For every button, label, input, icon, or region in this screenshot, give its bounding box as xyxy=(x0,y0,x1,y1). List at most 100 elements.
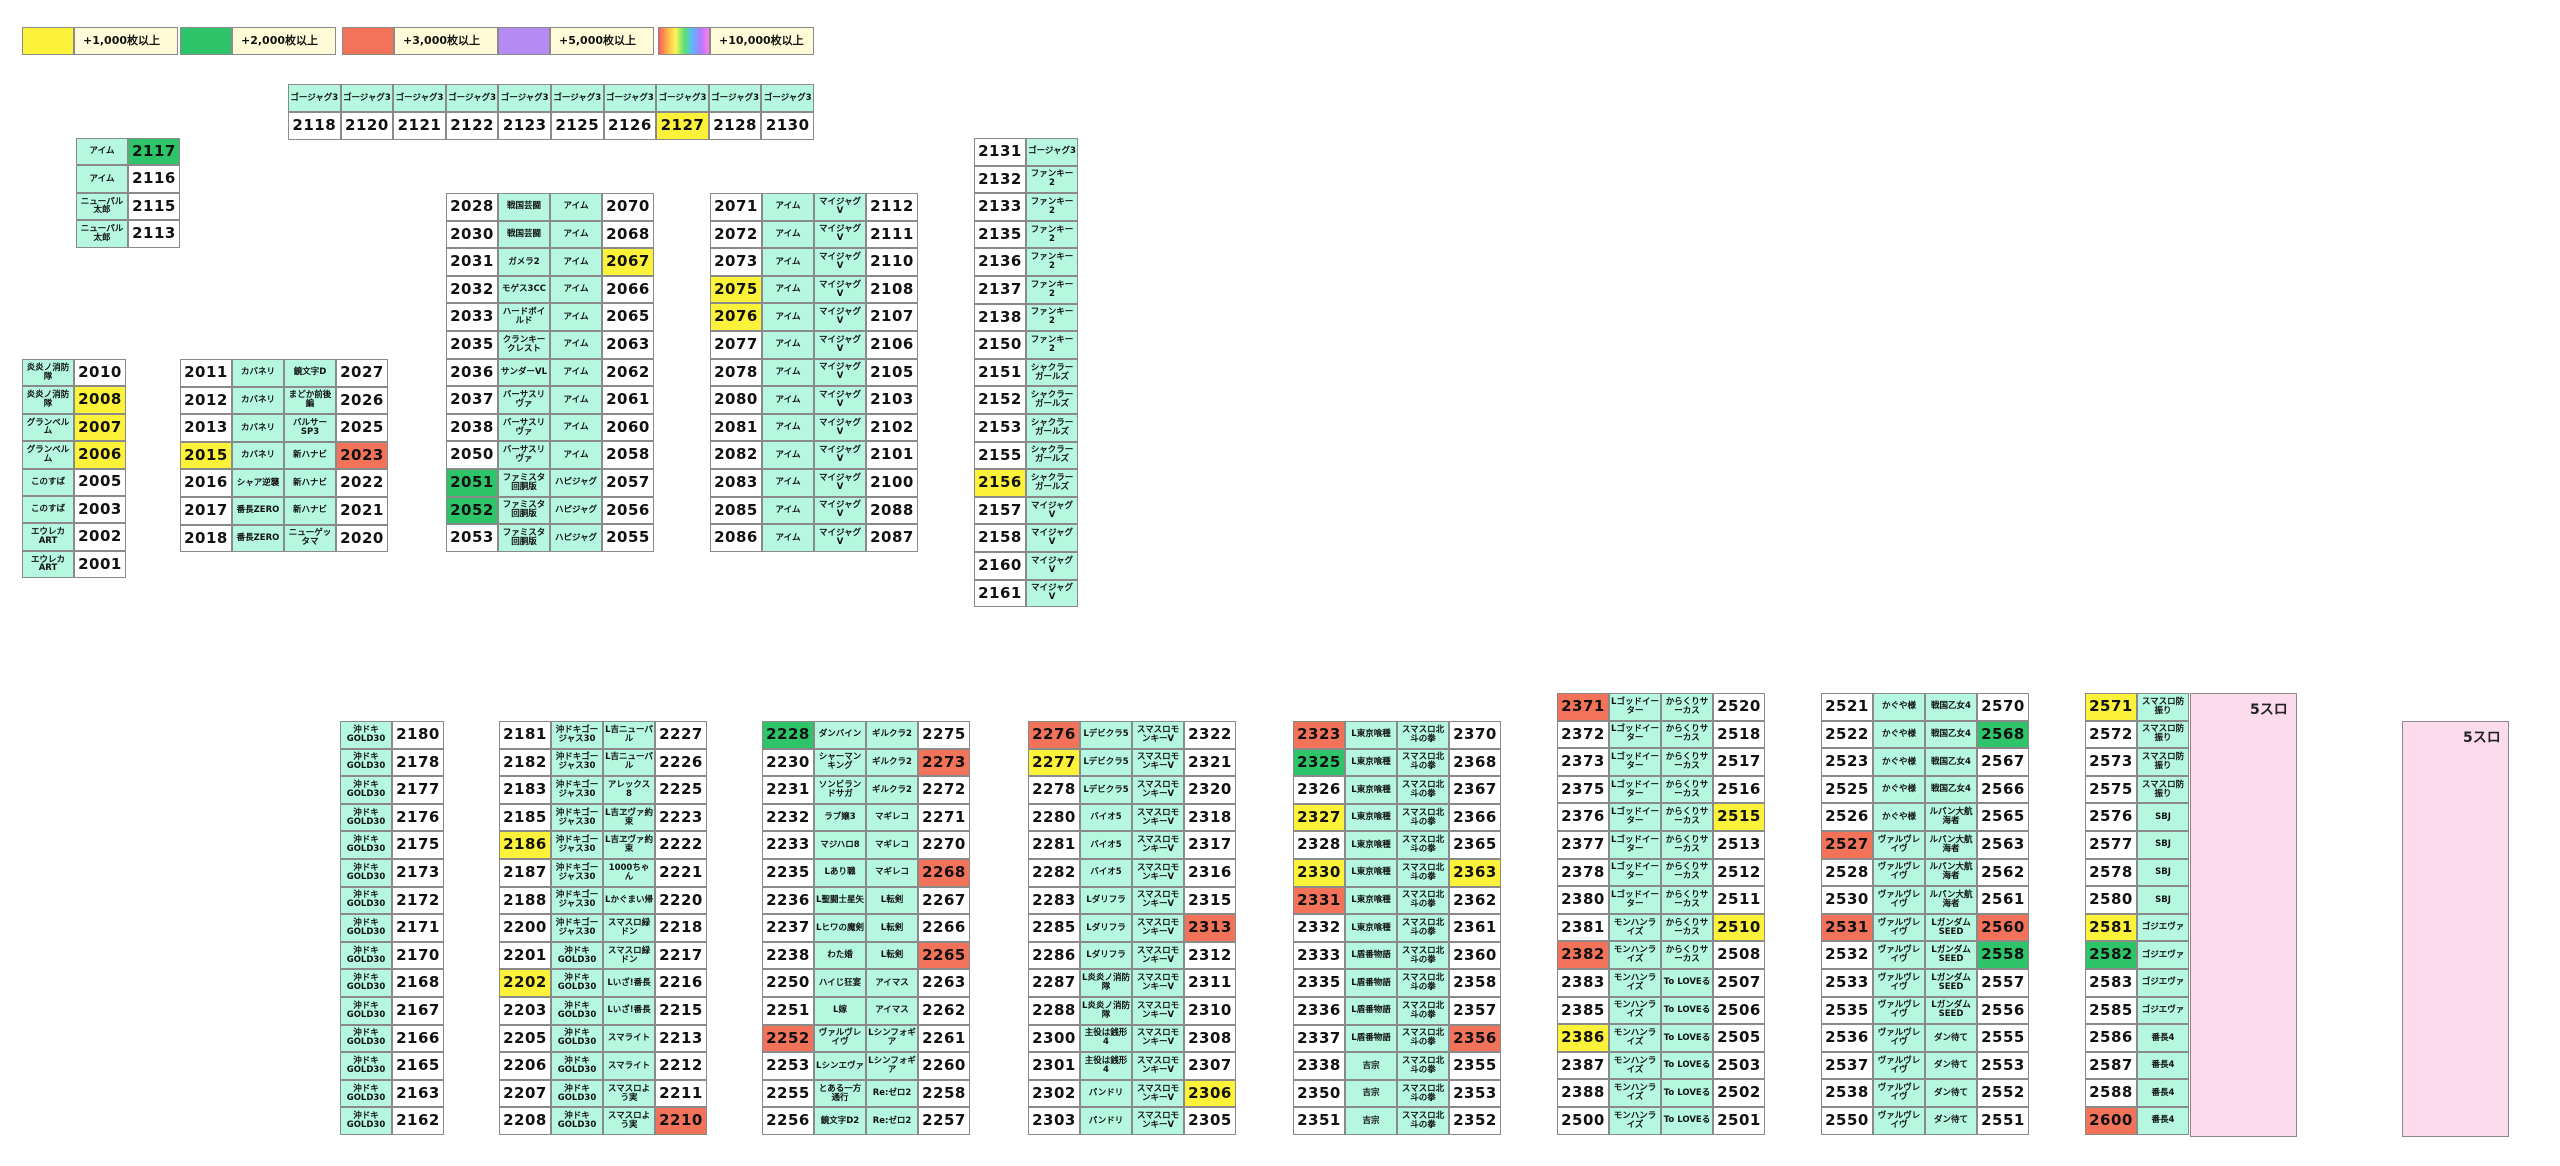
machine-number[interactable]: 2325 xyxy=(1293,748,1345,777)
machine-number[interactable]: 2370 xyxy=(1449,721,1501,749)
machine-number[interactable]: 2053 xyxy=(446,524,498,552)
machine-number[interactable]: 2185 xyxy=(499,803,551,832)
machine-number[interactable]: 2507 xyxy=(1713,969,1765,997)
machine-number[interactable]: 2188 xyxy=(499,886,551,915)
machine-number[interactable]: 2012 xyxy=(180,386,232,415)
machine-number[interactable]: 2122 xyxy=(445,112,499,140)
machine-number[interactable]: 2551 xyxy=(1977,1107,2029,1135)
machine-number[interactable]: 2250 xyxy=(762,969,814,997)
machine-number[interactable]: 2160 xyxy=(974,552,1026,580)
machine-number[interactable]: 2553 xyxy=(1977,1051,2029,1080)
machine-number[interactable]: 2520 xyxy=(1713,693,1765,721)
machine-number[interactable]: 2355 xyxy=(1449,1052,1501,1080)
machine-number[interactable]: 2183 xyxy=(499,776,551,804)
machine-number[interactable]: 2006 xyxy=(74,441,126,469)
machine-number[interactable]: 2027 xyxy=(336,359,388,387)
machine-number[interactable]: 2075 xyxy=(710,275,762,304)
machine-number[interactable]: 2135 xyxy=(974,220,1026,249)
machine-number[interactable]: 2358 xyxy=(1449,969,1501,997)
machine-number[interactable]: 2388 xyxy=(1557,1079,1609,1107)
machine-number[interactable]: 2068 xyxy=(602,220,654,249)
machine-number[interactable]: 2263 xyxy=(918,969,970,997)
machine-number[interactable]: 2077 xyxy=(710,331,762,359)
machine-number[interactable]: 2086 xyxy=(710,524,762,552)
machine-number[interactable]: 2268 xyxy=(918,859,970,887)
machine-number[interactable]: 2566 xyxy=(1977,775,2029,804)
machine-number[interactable]: 2537 xyxy=(1821,1051,1873,1080)
machine-number[interactable]: 2580 xyxy=(2085,886,2137,914)
machine-number[interactable]: 2535 xyxy=(1821,996,1873,1025)
machine-number[interactable]: 2210 xyxy=(655,1107,707,1135)
machine-number[interactable]: 2166 xyxy=(392,1024,444,1053)
machine-number[interactable]: 2351 xyxy=(1293,1107,1345,1135)
machine-number[interactable]: 2570 xyxy=(1977,693,2029,721)
machine-number[interactable]: 2253 xyxy=(762,1052,814,1080)
machine-number[interactable]: 2156 xyxy=(974,469,1026,497)
machine-number[interactable]: 2008 xyxy=(74,386,126,414)
machine-number[interactable]: 2565 xyxy=(1977,803,2029,831)
machine-number[interactable]: 2065 xyxy=(602,303,654,331)
machine-number[interactable]: 2327 xyxy=(1293,803,1345,832)
machine-number[interactable]: 2270 xyxy=(918,831,970,859)
machine-number[interactable]: 2365 xyxy=(1449,831,1501,859)
machine-number[interactable]: 2556 xyxy=(1977,996,2029,1025)
machine-number[interactable]: 2070 xyxy=(602,193,654,221)
machine-number[interactable]: 2018 xyxy=(180,524,232,553)
machine-number[interactable]: 2316 xyxy=(1184,859,1236,887)
machine-number[interactable]: 2572 xyxy=(2085,720,2137,749)
machine-number[interactable]: 2038 xyxy=(446,413,498,442)
machine-number[interactable]: 2560 xyxy=(1977,913,2029,942)
machine-number[interactable]: 2111 xyxy=(866,220,918,249)
machine-number[interactable]: 2576 xyxy=(2085,803,2137,831)
machine-number[interactable]: 2360 xyxy=(1449,941,1501,970)
machine-number[interactable]: 2502 xyxy=(1713,1079,1765,1107)
machine-number[interactable]: 2217 xyxy=(655,941,707,970)
machine-number[interactable]: 2282 xyxy=(1028,859,1080,887)
machine-number[interactable]: 2238 xyxy=(762,941,814,970)
machine-number[interactable]: 2113 xyxy=(128,220,180,248)
machine-number[interactable]: 2561 xyxy=(1977,886,2029,914)
machine-number[interactable]: 2016 xyxy=(180,469,232,497)
machine-number[interactable]: 2078 xyxy=(710,358,762,387)
machine-number[interactable]: 2276 xyxy=(1028,721,1080,749)
machine-number[interactable]: 2287 xyxy=(1028,969,1080,997)
machine-number[interactable]: 2051 xyxy=(446,469,498,497)
machine-number[interactable]: 2516 xyxy=(1713,775,1765,804)
machine-number[interactable]: 2510 xyxy=(1713,913,1765,942)
machine-number[interactable]: 2536 xyxy=(1821,1024,1873,1052)
machine-number[interactable]: 2283 xyxy=(1028,886,1080,915)
machine-number[interactable]: 2350 xyxy=(1293,1079,1345,1108)
machine-number[interactable]: 2373 xyxy=(1557,748,1609,776)
machine-number[interactable]: 2071 xyxy=(710,193,762,221)
machine-number[interactable]: 2552 xyxy=(1977,1079,2029,1107)
machine-number[interactable]: 2307 xyxy=(1184,1052,1236,1080)
machine-number[interactable]: 2285 xyxy=(1028,914,1080,942)
machine-number[interactable]: 2157 xyxy=(974,496,1026,525)
machine-number[interactable]: 2257 xyxy=(918,1107,970,1135)
machine-number[interactable]: 2322 xyxy=(1184,721,1236,749)
machine-number[interactable]: 2577 xyxy=(2085,831,2137,859)
machine-number[interactable]: 2133 xyxy=(974,193,1026,221)
machine-number[interactable]: 2333 xyxy=(1293,941,1345,970)
machine-number[interactable]: 2232 xyxy=(762,803,814,832)
machine-number[interactable]: 2036 xyxy=(446,358,498,387)
machine-number[interactable]: 2366 xyxy=(1449,803,1501,832)
machine-number[interactable]: 2262 xyxy=(918,997,970,1025)
machine-number[interactable]: 2286 xyxy=(1028,941,1080,970)
machine-number[interactable]: 2538 xyxy=(1821,1079,1873,1107)
machine-number[interactable]: 2153 xyxy=(974,414,1026,442)
machine-number[interactable]: 2158 xyxy=(974,524,1026,552)
machine-number[interactable]: 2523 xyxy=(1821,748,1873,776)
machine-number[interactable]: 2568 xyxy=(1977,720,2029,749)
machine-number[interactable]: 2517 xyxy=(1713,748,1765,776)
machine-number[interactable]: 2011 xyxy=(180,359,232,387)
machine-number[interactable]: 2207 xyxy=(499,1079,551,1108)
machine-number[interactable]: 2313 xyxy=(1184,914,1236,942)
machine-number[interactable]: 2323 xyxy=(1293,721,1345,749)
machine-number[interactable]: 2301 xyxy=(1028,1052,1080,1080)
machine-number[interactable]: 2558 xyxy=(1977,941,2029,969)
machine-number[interactable]: 2237 xyxy=(762,914,814,942)
machine-number[interactable]: 2211 xyxy=(655,1079,707,1108)
machine-number[interactable]: 2328 xyxy=(1293,831,1345,859)
machine-number[interactable]: 2115 xyxy=(128,192,180,221)
